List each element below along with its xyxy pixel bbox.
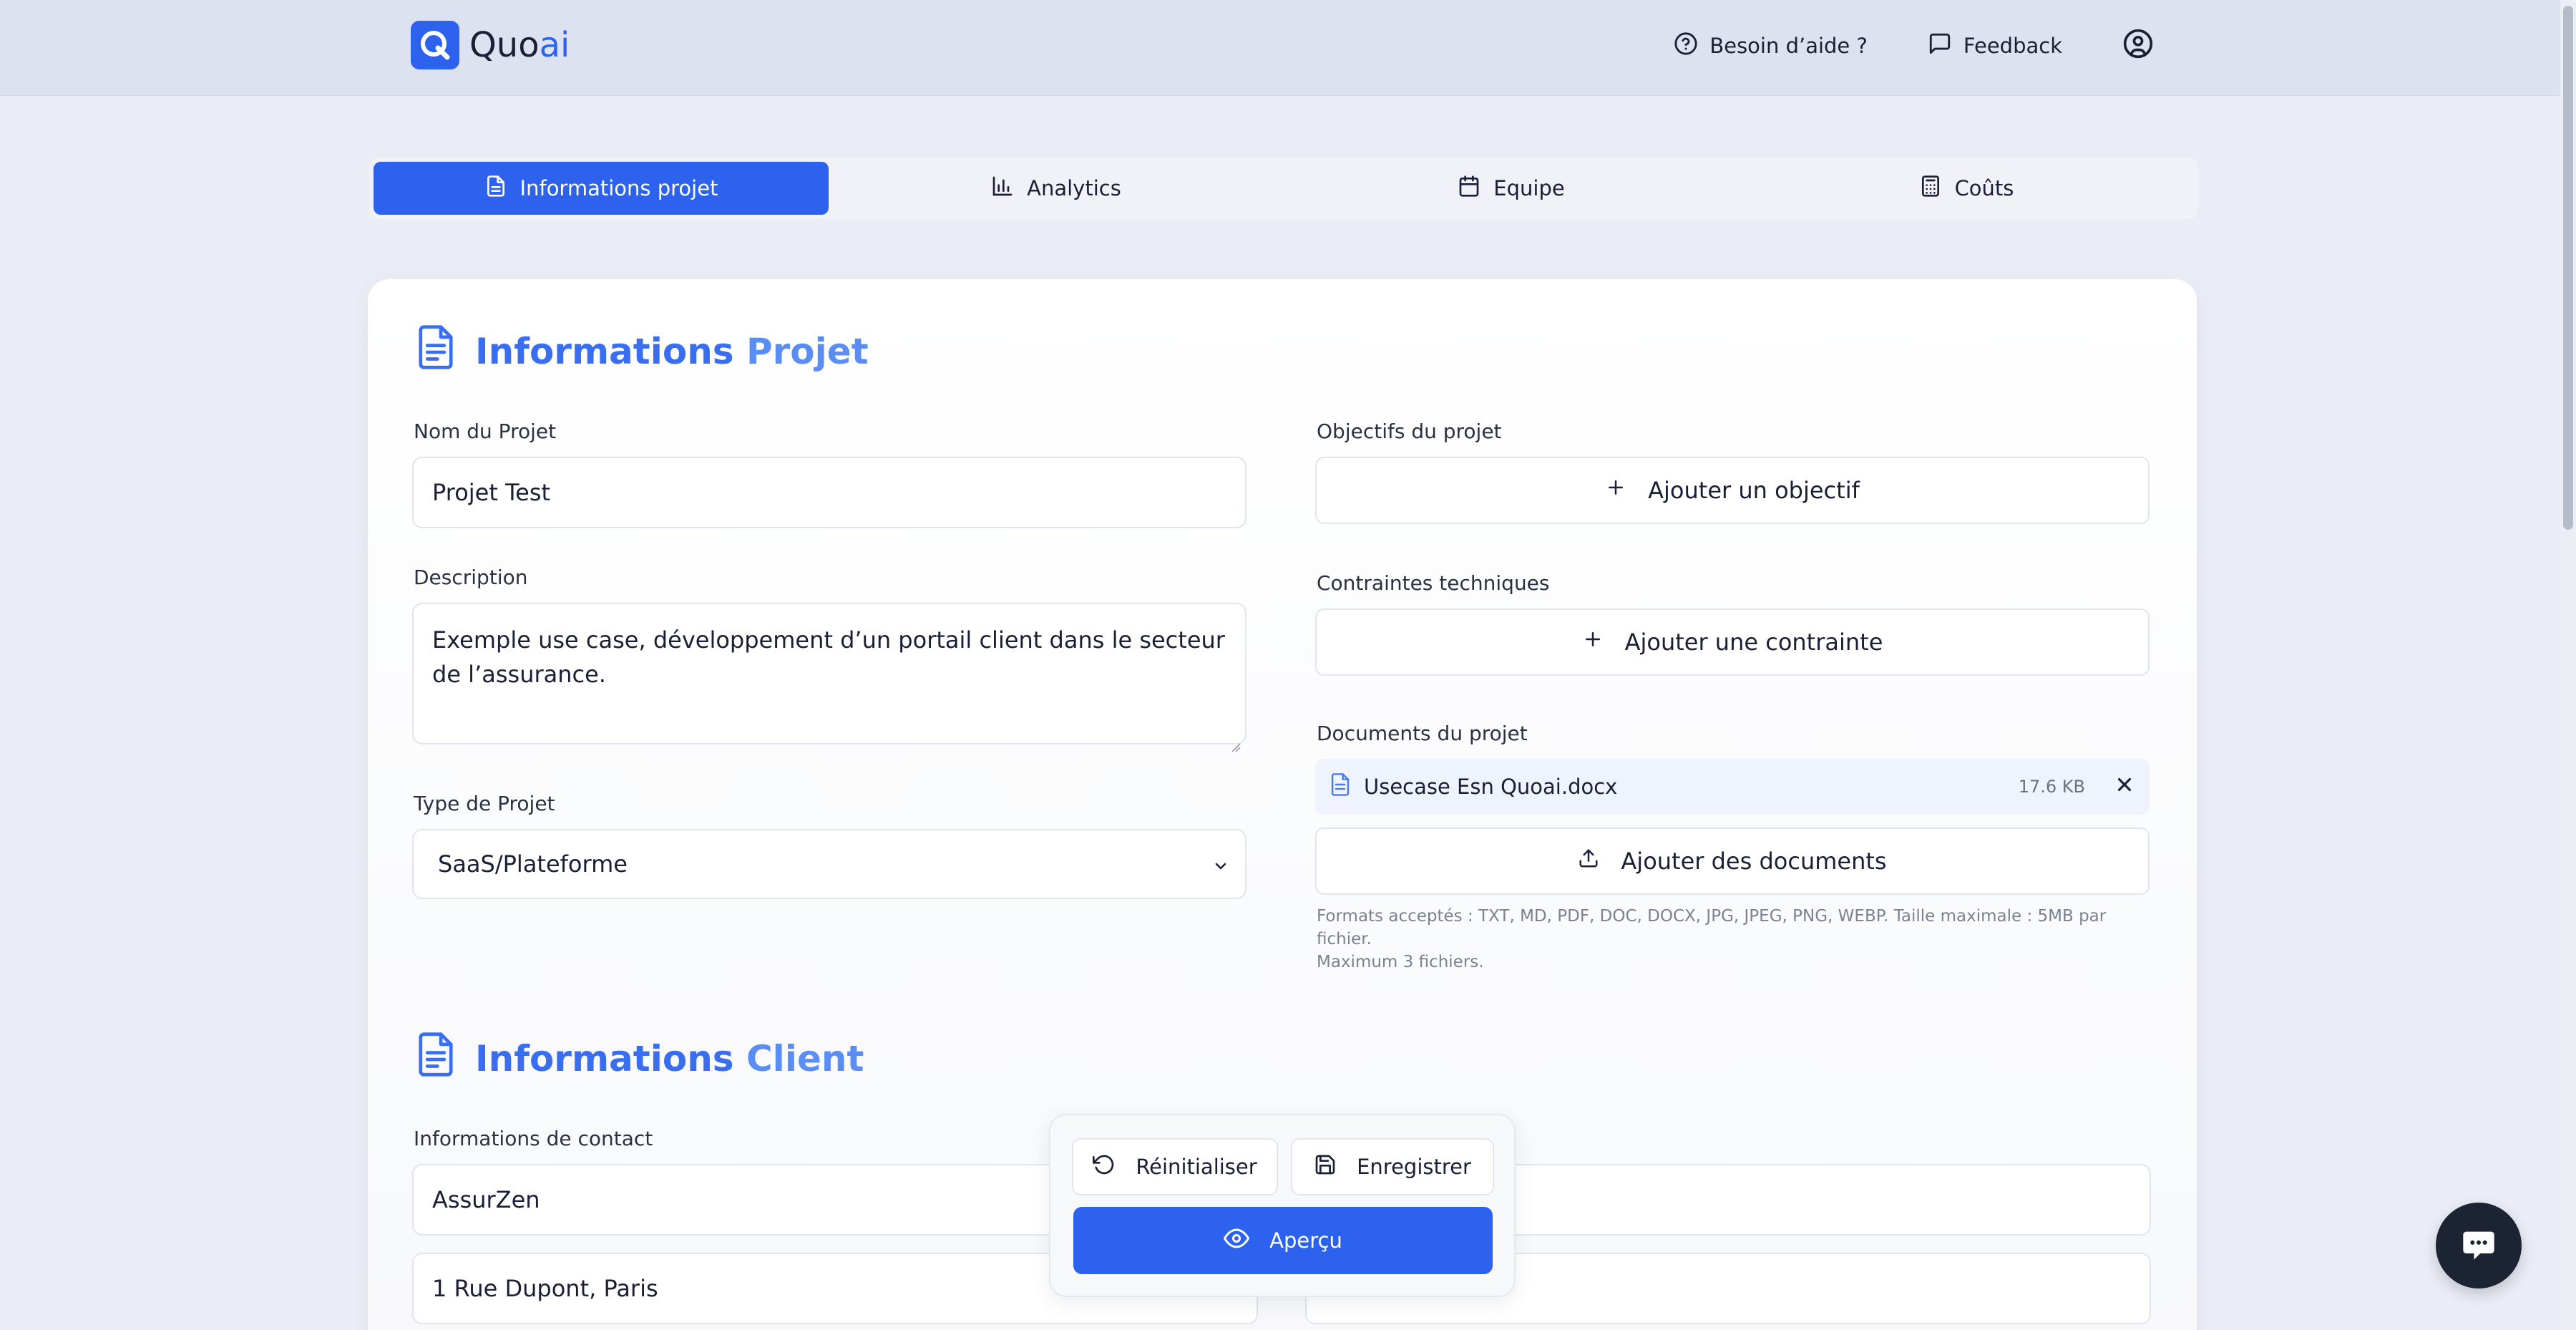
help-link[interactable]: Besoin d’aide ? — [1674, 31, 1868, 61]
user-circle-icon — [2122, 28, 2154, 64]
tab-label: Analytics — [1027, 176, 1121, 200]
description-value: Exemple use case, développement d’un por… — [432, 626, 1225, 688]
message-square-icon — [1928, 31, 1952, 61]
eye-icon — [1224, 1225, 1250, 1256]
title-part1: Informations — [475, 1038, 734, 1079]
plus-icon — [1582, 628, 1604, 656]
upload-icon — [1578, 848, 1599, 875]
save-label: Enregistrer — [1357, 1155, 1471, 1179]
reset-label: Réinitialiser — [1136, 1155, 1257, 1179]
constraints-label: Contraintes techniques — [1317, 571, 1550, 595]
rotate-ccw-icon — [1093, 1153, 1116, 1181]
tab-label: Coûts — [1954, 176, 2014, 200]
feedback-label: Feedback — [1963, 34, 2062, 58]
document-icon — [484, 175, 507, 203]
project-type-label: Type de Projet — [414, 792, 555, 815]
user-avatar-button[interactable] — [2122, 28, 2154, 64]
top-bar: Quoai Besoin d’aide ? Feedback — [0, 0, 2576, 96]
tab-label: Equipe — [1493, 176, 1565, 200]
description-textarea[interactable]: Exemple use case, développement d’un por… — [412, 603, 1246, 752]
project-section-title: Informations Projet — [415, 324, 869, 379]
project-type-value: SaaS/Plateforme — [438, 850, 628, 878]
top-actions: Besoin d’aide ? Feedback — [1674, 24, 2154, 67]
close-icon[interactable] — [2114, 774, 2135, 800]
floppy-disk-icon — [1314, 1153, 1337, 1181]
add-documents-label: Ajouter des documents — [1621, 848, 1887, 875]
document-name: Usecase Esn Quoai.docx — [1364, 775, 1618, 799]
feedback-link[interactable]: Feedback — [1928, 31, 2062, 61]
logo-text-accent: ai — [539, 25, 570, 65]
project-name-label: Nom du Projet — [414, 419, 557, 443]
reset-button[interactable]: Réinitialiser — [1072, 1138, 1278, 1195]
contact-label: Informations de contact — [414, 1127, 653, 1150]
chat-button[interactable] — [2436, 1203, 2522, 1288]
preview-button[interactable]: Aperçu — [1073, 1207, 1493, 1274]
documents-label: Documents du projet — [1317, 722, 1528, 745]
resize-grip-icon[interactable] — [1229, 727, 1241, 752]
formats-hint-line2: Maximum 3 fichiers. — [1317, 953, 1484, 971]
logo-text-main: Quo — [469, 25, 540, 65]
address-value: 1 Rue Dupont, Paris — [432, 1275, 658, 1302]
app-root: Quoai Besoin d’aide ? Feedback Informati… — [0, 0, 2576, 1330]
document-icon — [415, 1031, 457, 1087]
tab-label: Informations projet — [519, 176, 718, 200]
title-part1: Informations — [475, 331, 734, 372]
tab-equipe[interactable]: Equipe — [1284, 162, 1739, 215]
plus-icon — [1605, 477, 1626, 504]
add-objective-button[interactable]: Ajouter un objectif — [1315, 457, 2150, 524]
title-part2: Client — [746, 1038, 864, 1079]
tab-bar: Informations projet Analytics Equipe Coû… — [369, 157, 2198, 219]
help-circle-icon — [1674, 31, 1698, 61]
tab-couts[interactable]: Coûts — [1739, 162, 2194, 215]
document-icon — [415, 324, 457, 379]
objectives-label: Objectifs du projet — [1317, 419, 1502, 443]
add-constraint-label: Ajouter une contrainte — [1624, 628, 1883, 656]
company-value: AssurZen — [432, 1186, 540, 1213]
logo-mark-icon — [411, 21, 459, 69]
chat-bubble-icon — [2460, 1225, 2497, 1266]
bar-chart-icon — [991, 175, 1014, 203]
preview-label: Aperçu — [1269, 1228, 1342, 1253]
page-scrollbar[interactable] — [2560, 0, 2576, 1330]
formats-hint: Formats acceptés : TXT, MD, PDF, DOC, DO… — [1317, 905, 2161, 974]
save-button[interactable]: Enregistrer — [1291, 1138, 1494, 1195]
tab-analytics[interactable]: Analytics — [829, 162, 1284, 215]
tab-informations-projet[interactable]: Informations projet — [374, 162, 829, 215]
title-part2: Projet — [746, 331, 869, 372]
document-size: 17.6 KB — [2018, 777, 2085, 797]
add-objective-label: Ajouter un objectif — [1648, 477, 1860, 504]
project-type-select[interactable]: SaaS/Plateforme — [412, 829, 1246, 899]
project-name-input[interactable]: Projet Test — [412, 457, 1246, 528]
add-documents-button[interactable]: Ajouter des documents — [1315, 827, 2150, 895]
calendar-icon — [1458, 175, 1480, 203]
action-panel: Réinitialiser Enregistrer Aperçu — [1049, 1114, 1516, 1297]
document-item: Usecase Esn Quoai.docx 17.6 KB — [1315, 759, 2150, 815]
scrollbar-thumb[interactable] — [2563, 6, 2573, 530]
description-label: Description — [414, 566, 528, 589]
project-name-value: Projet Test — [432, 479, 551, 506]
logo-text: Quoai — [469, 25, 570, 65]
help-label: Besoin d’aide ? — [1709, 34, 1868, 58]
client-section-title: Informations Client — [415, 1031, 864, 1087]
add-constraint-button[interactable]: Ajouter une contrainte — [1315, 608, 2150, 676]
calculator-icon — [1919, 175, 1942, 203]
file-icon — [1330, 772, 1351, 802]
formats-hint-line1: Formats acceptés : TXT, MD, PDF, DOC, DO… — [1317, 907, 2107, 948]
logo[interactable]: Quoai — [411, 20, 570, 70]
